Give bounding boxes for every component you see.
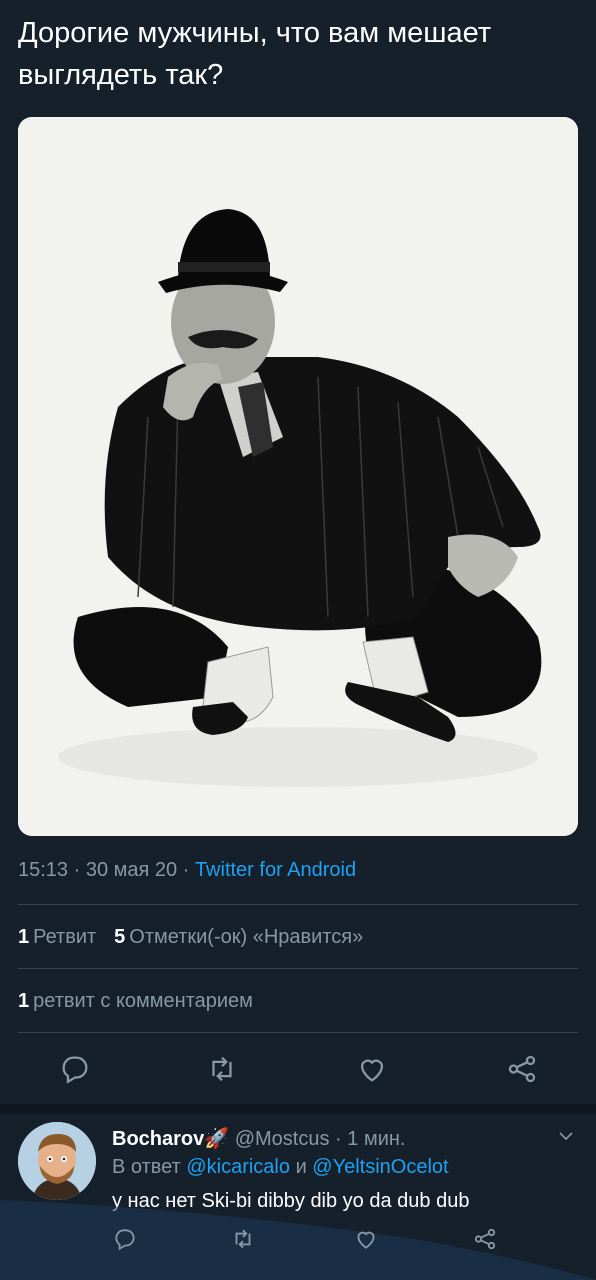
meta-separator: · <box>329 1128 348 1150</box>
reply-icon[interactable] <box>112 1226 138 1252</box>
quotes-count: 1 <box>18 990 30 1012</box>
reply-prefix: В ответ <box>112 1156 181 1178</box>
reply-icon[interactable] <box>58 1052 92 1086</box>
share-icon[interactable] <box>505 1052 539 1086</box>
rocket-emoji: 🚀 <box>204 1128 230 1150</box>
reply-tweet[interactable]: Bocharov🚀 @Mostcus · 1 мин. В ответ @kic… <box>0 1114 596 1280</box>
reply-text: у нас нет Ski-bi dibby dib yo da dub dub <box>112 1190 470 1212</box>
reply-time: 1 мин. <box>347 1128 406 1150</box>
tweet-text: Дорогие мужчины, что вам мешает выглядет… <box>18 17 492 91</box>
heart-icon[interactable] <box>355 1052 389 1086</box>
reply-and: и <box>295 1156 307 1178</box>
avatar[interactable] <box>18 1122 96 1200</box>
retweet-icon[interactable] <box>230 1226 256 1252</box>
tweet-stats: 1 Ретвит 5 Отметки(-ок) «Нравится» <box>18 926 363 949</box>
divider <box>18 968 578 969</box>
share-icon[interactable] <box>472 1226 498 1252</box>
meta-separator: · <box>177 859 195 881</box>
tweet-time: 15:13 <box>18 859 69 881</box>
quotes-label: ретвит с комментарием <box>33 990 253 1012</box>
tweet-source-link[interactable]: Twitter for Android <box>195 859 356 881</box>
divider <box>18 1032 578 1033</box>
reply-author-handle[interactable]: @Mostcus <box>235 1128 330 1150</box>
retweet-icon[interactable] <box>205 1052 239 1086</box>
tweet-date: 30 мая 20 <box>85 859 178 881</box>
quote-tweets-stat[interactable]: 1 ретвит с комментарием <box>18 990 253 1013</box>
likes-stat[interactable]: 5 Отметки(-ок) «Нравится» <box>114 926 363 948</box>
tweet-meta: 15:13 · 30 мая 20 · Twitter for Android <box>18 859 356 882</box>
retweets-count: 1 <box>18 926 30 948</box>
reply-header: Bocharov🚀 @Mostcus · 1 мин. <box>112 1126 405 1151</box>
meta-separator: · <box>68 859 86 881</box>
reply-context: В ответ @kicaricalo и @YeltsinOcelot <box>112 1156 449 1179</box>
tweet-actions <box>0 1050 596 1090</box>
mention-link[interactable]: @YeltsinOcelot <box>312 1156 448 1178</box>
reply-actions <box>0 1226 596 1266</box>
mention-link[interactable]: @kicaricalo <box>186 1156 290 1178</box>
chevron-down-icon[interactable] <box>556 1126 576 1146</box>
avatar-illustration <box>18 1122 96 1200</box>
reply-author-name[interactable]: Bocharov <box>112 1128 204 1150</box>
tweet-photo[interactable] <box>18 117 578 836</box>
photo-man-in-hat <box>18 117 578 836</box>
retweets-label: Ретвит <box>33 926 97 948</box>
section-separator <box>0 1104 596 1114</box>
likes-count: 5 <box>114 926 126 948</box>
likes-label: Отметки(-ок) «Нравится» <box>129 926 364 948</box>
divider <box>18 904 578 905</box>
retweets-stat[interactable]: 1 Ретвит <box>18 926 96 948</box>
heart-icon[interactable] <box>353 1226 379 1252</box>
